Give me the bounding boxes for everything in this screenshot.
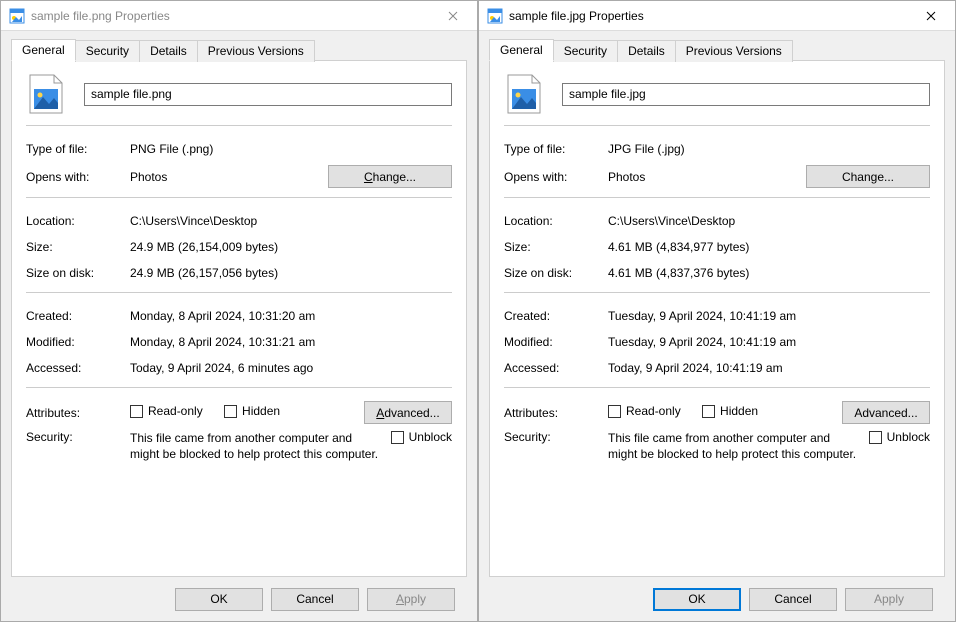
apply-button[interactable]: Apply <box>845 588 933 611</box>
cancel-button[interactable]: Cancel <box>749 588 837 611</box>
value-opens-with: Photos <box>130 170 328 184</box>
tab-details[interactable]: Details <box>617 40 676 62</box>
close-button[interactable] <box>430 1 475 30</box>
value-type: PNG File (.png) <box>130 142 452 156</box>
label-location: Location: <box>504 214 608 228</box>
file-type-icon <box>26 73 66 115</box>
separator <box>504 197 930 198</box>
tab-panel: Type of file: PNG File (.png) Opens with… <box>11 60 467 577</box>
value-modified: Monday, 8 April 2024, 10:31:21 am <box>130 335 452 349</box>
close-button[interactable] <box>908 1 953 30</box>
separator <box>504 125 930 126</box>
hidden-checkbox[interactable]: Hidden <box>224 404 280 418</box>
dialog-footer: OK Cancel Apply <box>489 577 945 621</box>
window-title: sample file.png Properties <box>31 9 430 23</box>
readonly-checkbox[interactable]: Read-only <box>608 404 681 418</box>
window-icon <box>9 8 25 24</box>
value-created: Monday, 8 April 2024, 10:31:20 am <box>130 309 452 323</box>
change-button[interactable]: Change... <box>806 165 930 188</box>
label-accessed: Accessed: <box>26 361 130 375</box>
value-size: 24.9 MB (26,154,009 bytes) <box>130 240 452 254</box>
label-opens-with: Opens with: <box>26 170 130 184</box>
window-body: General Security Details Previous Versio… <box>1 31 477 621</box>
checkbox-icon <box>608 405 621 418</box>
label-location: Location: <box>26 214 130 228</box>
separator <box>504 387 930 388</box>
value-accessed: Today, 9 April 2024, 6 minutes ago <box>130 361 452 375</box>
label-modified: Modified: <box>26 335 130 349</box>
tab-previous-versions[interactable]: Previous Versions <box>675 40 793 62</box>
separator <box>504 292 930 293</box>
ok-button[interactable]: OK <box>653 588 741 611</box>
window-title: sample file.jpg Properties <box>509 9 908 23</box>
value-location: C:\Users\Vince\Desktop <box>608 214 930 228</box>
label-type: Type of file: <box>26 142 130 156</box>
checkbox-icon <box>224 405 237 418</box>
checkbox-icon <box>130 405 143 418</box>
tab-general[interactable]: General <box>489 39 554 61</box>
label-attributes: Attributes: <box>504 406 608 420</box>
titlebar[interactable]: sample file.png Properties <box>1 1 477 31</box>
value-accessed: Today, 9 April 2024, 10:41:19 am <box>608 361 930 375</box>
titlebar[interactable]: sample file.jpg Properties <box>479 1 955 31</box>
tabstrip: General Security Details Previous Versio… <box>489 39 945 61</box>
label-size: Size: <box>504 240 608 254</box>
label-security: Security: <box>504 430 608 444</box>
value-size-on-disk: 4.61 MB (4,837,376 bytes) <box>608 266 930 280</box>
label-created: Created: <box>504 309 608 323</box>
label-type: Type of file: <box>504 142 608 156</box>
ok-button[interactable]: OK <box>175 588 263 611</box>
change-button[interactable]: Change... <box>328 165 452 188</box>
separator <box>26 387 452 388</box>
value-opens-with: Photos <box>608 170 806 184</box>
value-size: 4.61 MB (4,834,977 bytes) <box>608 240 930 254</box>
readonly-checkbox[interactable]: Read-only <box>130 404 203 418</box>
properties-window-left: sample file.png Properties General Secur… <box>0 0 478 622</box>
tabstrip: General Security Details Previous Versio… <box>11 39 467 61</box>
advanced-button[interactable]: Advanced... <box>364 401 452 424</box>
window-icon <box>487 8 503 24</box>
tab-security[interactable]: Security <box>553 40 618 62</box>
dialog-footer: OK Cancel Apply <box>11 577 467 621</box>
window-body: General Security Details Previous Versio… <box>479 31 955 621</box>
tab-security[interactable]: Security <box>75 40 140 62</box>
value-created: Tuesday, 9 April 2024, 10:41:19 am <box>608 309 930 323</box>
separator <box>26 197 452 198</box>
properties-window-right: sample file.jpg Properties General Secur… <box>478 0 956 622</box>
label-opens-with: Opens with: <box>504 170 608 184</box>
cancel-button[interactable]: Cancel <box>271 588 359 611</box>
tab-previous-versions[interactable]: Previous Versions <box>197 40 315 62</box>
tab-panel: Type of file: JPG File (.jpg) Opens with… <box>489 60 945 577</box>
hidden-checkbox[interactable]: Hidden <box>702 404 758 418</box>
advanced-button[interactable]: Advanced... <box>842 401 930 424</box>
value-modified: Tuesday, 9 April 2024, 10:41:19 am <box>608 335 930 349</box>
tab-details[interactable]: Details <box>139 40 198 62</box>
label-attributes: Attributes: <box>26 406 130 420</box>
checkbox-icon <box>391 431 404 444</box>
label-size: Size: <box>26 240 130 254</box>
label-modified: Modified: <box>504 335 608 349</box>
label-size-on-disk: Size on disk: <box>26 266 130 280</box>
checkbox-icon <box>869 431 882 444</box>
value-size-on-disk: 24.9 MB (26,157,056 bytes) <box>130 266 452 280</box>
label-security: Security: <box>26 430 130 444</box>
value-location: C:\Users\Vince\Desktop <box>130 214 452 228</box>
separator <box>26 292 452 293</box>
label-size-on-disk: Size on disk: <box>504 266 608 280</box>
checkbox-icon <box>702 405 715 418</box>
unblock-checkbox[interactable]: Unblock <box>869 430 930 444</box>
label-created: Created: <box>26 309 130 323</box>
filename-input[interactable] <box>562 83 930 106</box>
label-accessed: Accessed: <box>504 361 608 375</box>
file-type-icon <box>504 73 544 115</box>
separator <box>26 125 452 126</box>
value-security-message: This file came from another computer and… <box>608 430 869 462</box>
apply-button[interactable]: Apply <box>367 588 455 611</box>
unblock-checkbox[interactable]: Unblock <box>391 430 452 444</box>
value-security-message: This file came from another computer and… <box>130 430 391 462</box>
value-type: JPG File (.jpg) <box>608 142 930 156</box>
tab-general[interactable]: General <box>11 39 76 61</box>
filename-input[interactable] <box>84 83 452 106</box>
